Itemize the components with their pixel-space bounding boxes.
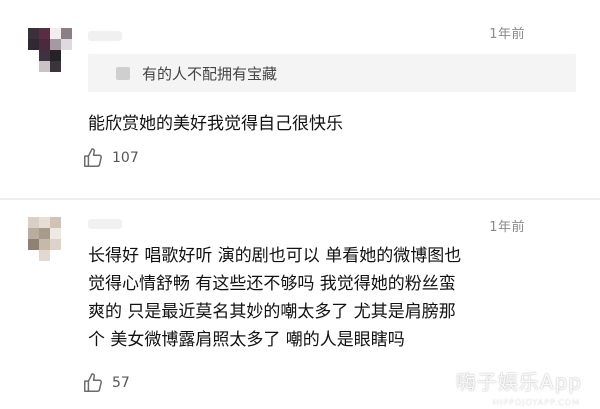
quoted-author-blurred [116,67,130,80]
avatar-mosaic-cell [61,228,72,239]
avatar-mosaic-cell [28,239,39,250]
like-count: 107 [112,150,139,166]
like-count: 57 [112,375,130,391]
quoted-reply-text: 有的人不配拥有宝藏 [142,65,278,83]
comment-timestamp: 1年前 [489,220,525,235]
avatar-mosaic-cell [28,228,39,239]
avatar-mosaic-cell [39,217,50,228]
comment-line: 长得好 唱歌好听 演的剧也可以 单看她的微博图也 [88,246,462,266]
comment-line: 能欣赏她的美好我觉得自己很快乐 [88,114,343,134]
quoted-reply[interactable]: 有的人不配拥有宝藏 [88,54,576,92]
avatar-mosaic-cell [61,217,72,228]
avatar-mosaic-cell [39,61,50,72]
comment-list: 1年前 有的人不配拥有宝藏 能欣赏她的美好我觉得自己很快乐 107 1年前 长得… [0,0,600,409]
comment-line: 个 美女微博露肩照太多了 嘲的人是眼瞎吗 [88,330,405,350]
avatar-mosaic-cell [61,61,72,72]
avatar-mosaic-cell [61,250,72,261]
watermark-logo: 嗨子娱乐App [455,370,582,394]
avatar-mosaic-cell [50,228,61,239]
avatar-mosaic-cell [39,239,50,250]
avatar-mosaic-cell [28,50,39,61]
like-button[interactable]: 57 [82,372,130,394]
avatar[interactable] [28,217,72,261]
watermark-url: HIPPOJOYAPP.COM [492,398,580,407]
avatar-mosaic-cell [28,28,39,39]
avatar[interactable] [28,28,72,72]
avatar-mosaic-cell [50,28,61,39]
username-blurred[interactable] [88,219,122,229]
avatar-mosaic-cell [50,39,61,50]
avatar-mosaic-cell [39,50,50,61]
avatar-mosaic-cell [39,28,50,39]
comment-line: 爽的 只是最近莫名其妙的嘲太多了 尤其是肩膀那 [88,302,456,322]
avatar-mosaic-cell [28,39,39,50]
avatar-mosaic-cell [39,39,50,50]
like-button[interactable]: 107 [82,147,139,169]
avatar-mosaic-cell [28,61,39,72]
comment-body: 长得好 唱歌好听 演的剧也可以 单看她的微博图也 觉得心情舒畅 有这些还不够吗 … [88,242,461,354]
comment-item: 1年前 有的人不配拥有宝藏 能欣赏她的美好我觉得自己很快乐 107 [0,0,600,200]
avatar-mosaic-cell [50,250,61,261]
avatar-mosaic-cell [39,250,50,261]
comment-body: 能欣赏她的美好我觉得自己很快乐 [88,110,343,138]
avatar-mosaic-cell [61,28,72,39]
avatar-mosaic-cell [39,228,50,239]
thumbs-up-icon [82,372,104,394]
avatar-mosaic-cell [50,61,61,72]
thumbs-up-icon [82,147,104,169]
comment-line: 觉得心情舒畅 有这些还不够吗 我觉得她的粉丝蛮 [88,274,456,294]
avatar-mosaic-cell [50,239,61,250]
avatar-mosaic-cell [50,217,61,228]
avatar-mosaic-cell [28,217,39,228]
avatar-mosaic-cell [61,39,72,50]
avatar-mosaic-cell [28,250,39,261]
avatar-mosaic-cell [61,50,72,61]
username-blurred[interactable] [88,31,122,41]
comment-timestamp: 1年前 [489,27,525,42]
avatar-mosaic-cell [50,50,61,61]
avatar-mosaic-cell [61,239,72,250]
